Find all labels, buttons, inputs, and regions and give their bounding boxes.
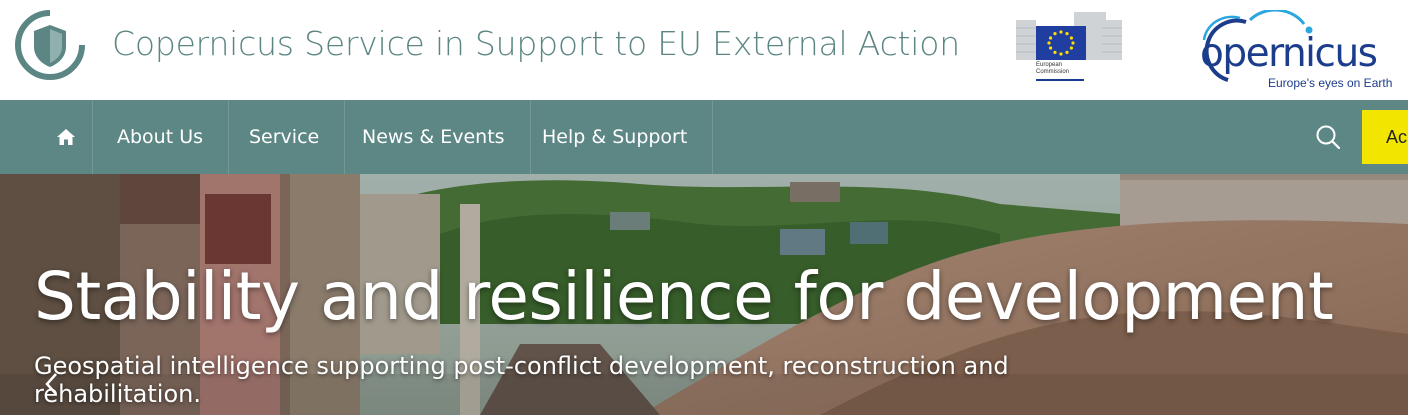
chevron-left-icon[interactable]: [42, 370, 62, 398]
nav-item-news-events[interactable]: News & Events: [337, 100, 531, 174]
main-nav: About Us Service News & Events Help & Su…: [0, 100, 1408, 174]
nav-item-service[interactable]: Service: [224, 100, 346, 174]
nav-item-help-support[interactable]: Help & Support: [517, 100, 714, 174]
nav-item-about-us[interactable]: About Us: [92, 100, 230, 174]
eu-logo-underline: [1036, 79, 1084, 81]
cta-button[interactable]: Ac: [1362, 110, 1408, 164]
search-icon[interactable]: [1313, 122, 1343, 152]
home-icon: [57, 129, 75, 145]
eu-logo-caption: European Commission: [1036, 62, 1070, 75]
hero-banner: Stability and resilience for development…: [0, 174, 1408, 415]
nav-home-button[interactable]: [40, 100, 93, 174]
copernicus-tagline: Europe's eyes on Earth: [1268, 76, 1393, 90]
copernicus-logo-word: opernicus: [1200, 31, 1378, 76]
site-title[interactable]: Copernicus Service in Support to EU Exte…: [112, 24, 960, 63]
hero-title: Stability and resilience for development: [34, 258, 1334, 335]
shield-logo-icon[interactable]: [14, 9, 86, 81]
site-header: Copernicus Service in Support to EU Exte…: [0, 0, 1408, 100]
hero-subtitle: Geospatial intelligence supporting post-…: [34, 352, 1009, 408]
